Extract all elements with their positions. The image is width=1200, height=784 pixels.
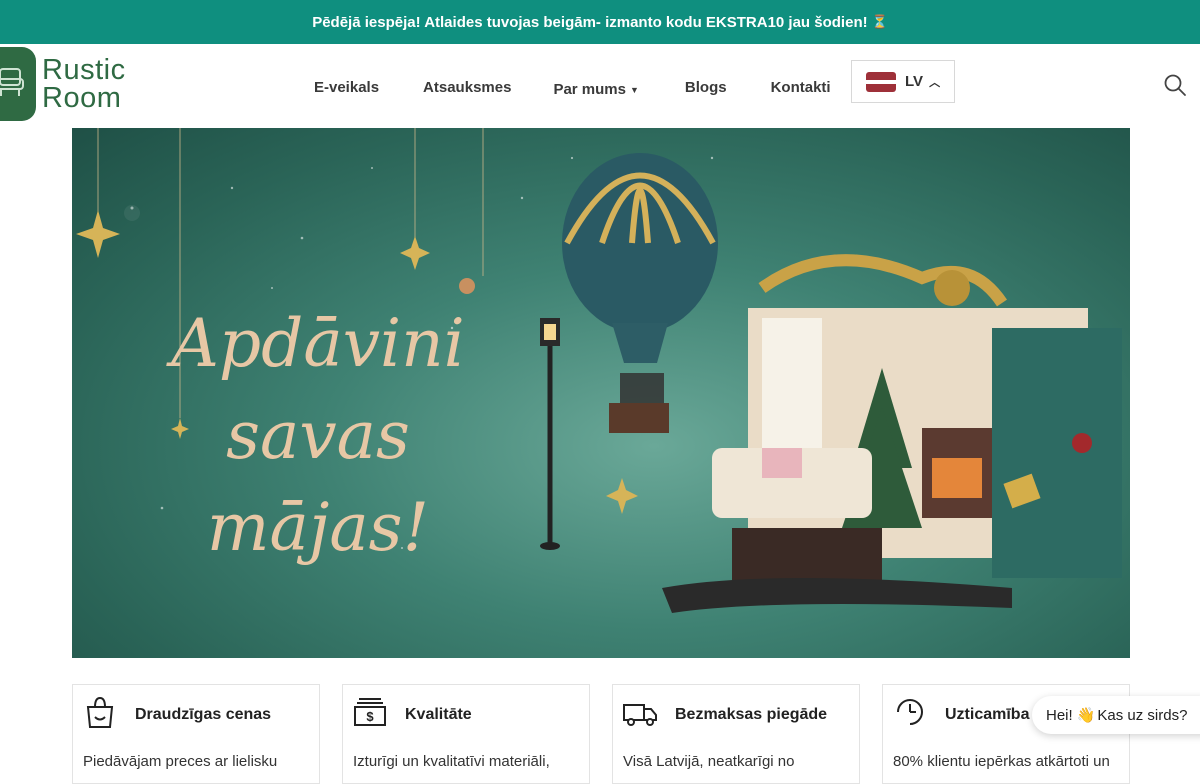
- chevron-up-icon: ︿: [929, 76, 941, 89]
- shopping-bag-icon: [83, 695, 117, 729]
- feature-card-delivery: Bezmaksas piegāde Visā Latvijā, neatkarī…: [612, 684, 860, 784]
- nav-item-blogs[interactable]: Blogs: [685, 79, 727, 96]
- feature-desc: Izturīgi un kvalitatīvi materiāli,: [353, 753, 550, 770]
- language-selector[interactable]: LV ︿: [851, 60, 955, 103]
- feature-card-prices: Draudzīgas cenas Piedāvājam preces ar li…: [72, 684, 320, 784]
- feature-title: Kvalitāte: [405, 706, 472, 723]
- feature-desc: 80% klientu iepērkas atkārtoti un: [893, 753, 1110, 770]
- feature-title: Uzticamība: [945, 706, 1030, 723]
- chat-widget[interactable]: Hei! 👋 Kas uz sirds?: [1032, 696, 1200, 734]
- main-nav: E-veikals Atsauksmes Par mums ▼ Blogs Ko…: [314, 77, 831, 98]
- hero-title: Apdāvini savas mājas!: [108, 298, 528, 574]
- nav-item-par-mums[interactable]: Par mums ▼: [553, 81, 638, 98]
- logo[interactable]: Rustic Room: [0, 47, 126, 121]
- features-row: Draudzīgas cenas Piedāvājam preces ar li…: [72, 684, 1130, 784]
- hourglass-icon: ⏳: [871, 14, 888, 29]
- chat-text-after: Kas uz sirds?: [1097, 706, 1188, 724]
- announcement-text: Pēdējā iespēja! Atlaides tuvojas beigām-…: [312, 13, 868, 31]
- clock-icon: [893, 695, 927, 729]
- latvia-flag-icon: [866, 71, 896, 92]
- armchair-icon: [0, 47, 36, 121]
- language-code: LV: [905, 73, 924, 90]
- feature-title: Draudzīgas cenas: [135, 706, 272, 723]
- chat-text-before: Hei!: [1046, 706, 1073, 724]
- caret-down-icon: ▼: [629, 84, 639, 95]
- search-icon[interactable]: [1163, 73, 1187, 102]
- hero-title-line-2: savas mājas!: [206, 397, 430, 566]
- feature-desc: Visā Latvijā, neatkarīgi no: [623, 753, 795, 770]
- svg-text:$: $: [366, 709, 374, 724]
- logo-line-2: Room: [42, 82, 122, 114]
- feature-title: Bezmaksas piegāde: [675, 706, 828, 723]
- announcement-bar: Pēdējā iespēja! Atlaides tuvojas beigām-…: [0, 0, 1200, 44]
- feature-card-quality: $ Kvalitāte Izturīgi un kvalitatīvi mate…: [342, 684, 590, 784]
- waving-hand-icon: 👋: [1076, 707, 1096, 724]
- nav-item-kontakti[interactable]: Kontakti: [771, 79, 831, 96]
- feature-desc: Piedāvājam preces ar lielisku: [83, 753, 278, 770]
- hero-banner[interactable]: Apdāvini savas mājas!: [72, 128, 1130, 658]
- nav-item-par-mums-label: Par mums: [553, 81, 626, 98]
- logo-line-1: Rustic: [42, 54, 126, 86]
- nav-item-e-veikals[interactable]: E-veikals: [314, 79, 379, 96]
- site-header: Rustic Room E-veikals Atsauksmes Par mum…: [0, 44, 1200, 128]
- cash-icon: $: [353, 695, 387, 729]
- nav-item-atsauksmes[interactable]: Atsauksmes: [423, 79, 511, 96]
- delivery-truck-icon: [623, 695, 657, 729]
- hero-title-line-1: Apdāvini: [171, 305, 465, 382]
